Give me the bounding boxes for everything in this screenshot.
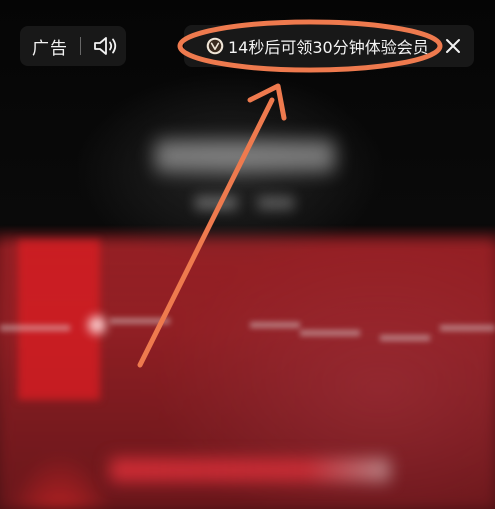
blurred-caption (110, 458, 390, 482)
ad-label: 广告 (32, 38, 68, 59)
close-icon[interactable] (442, 35, 464, 57)
reward-countdown-text: 14秒后可领30分钟体验会员 (228, 38, 429, 57)
blurred-video-title (155, 140, 335, 172)
blurred-waveform-line (250, 322, 300, 328)
vip-badge-icon (206, 37, 224, 55)
ad-divider (80, 37, 81, 55)
blurred-waveform-line (0, 325, 70, 331)
blurred-waveform-line (110, 318, 170, 324)
reward-countdown-bar: 14秒后可领30分钟体验会员 (184, 25, 474, 67)
ad-video-screen: 广告 14秒后可领30分钟体验会员 (0, 0, 495, 509)
ad-label-bar: 广告 (20, 26, 126, 66)
blurred-video-subtitle-2 (258, 196, 294, 210)
blurred-video-subtitle (195, 196, 237, 210)
blurred-waveform-line (380, 335, 430, 341)
speaker-icon[interactable] (93, 35, 119, 57)
video-red-stripe (18, 240, 100, 400)
blurred-waveform-line (300, 330, 360, 336)
blurred-highlight (88, 316, 106, 334)
blurred-waveform-line (440, 325, 495, 331)
